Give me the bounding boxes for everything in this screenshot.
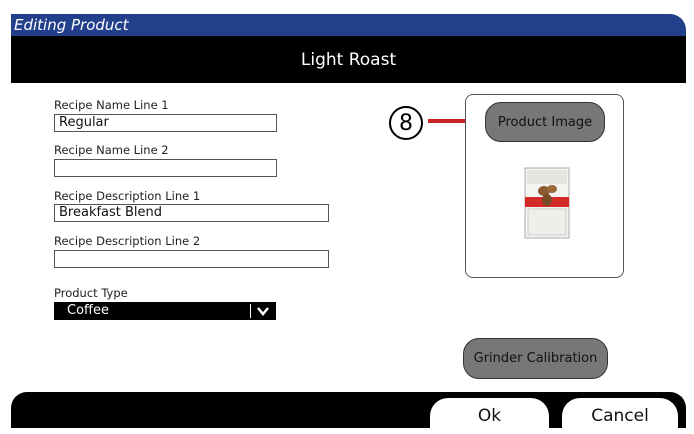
recipe-desc-1-field[interactable]: Breakfast Blend	[54, 204, 329, 222]
product-type-select[interactable]: Coffee	[54, 302, 276, 320]
product-title: Light Roast	[300, 49, 397, 70]
recipe-name-1-field[interactable]: Regular	[54, 114, 277, 132]
ok-button[interactable]: Ok	[430, 398, 549, 434]
product-thumbnail-image	[524, 167, 570, 239]
recipe-name-1-label: Recipe Name Line 1	[54, 98, 169, 112]
chevron-down-icon[interactable]	[255, 303, 271, 319]
recipe-name-2-field[interactable]	[54, 159, 277, 177]
product-title-bar: Light Roast	[11, 36, 686, 83]
grinder-calibration-button[interactable]: Grinder Calibration	[463, 338, 608, 379]
editing-header: Editing Product	[11, 14, 686, 36]
product-type-value: Coffee	[67, 303, 109, 318]
recipe-desc-2-label: Recipe Description Line 2	[54, 234, 201, 248]
recipe-desc-1-label: Recipe Description Line 1	[54, 189, 201, 203]
recipe-desc-2-field[interactable]	[54, 250, 329, 268]
product-image-button[interactable]: Product Image	[485, 102, 605, 142]
recipe-name-2-label: Recipe Name Line 2	[54, 143, 169, 157]
cancel-button[interactable]: Cancel	[562, 398, 678, 434]
product-type-label: Product Type	[54, 286, 128, 300]
select-divider	[250, 304, 251, 318]
callout-number: 8	[389, 106, 423, 140]
editing-title: Editing Product	[14, 16, 129, 34]
